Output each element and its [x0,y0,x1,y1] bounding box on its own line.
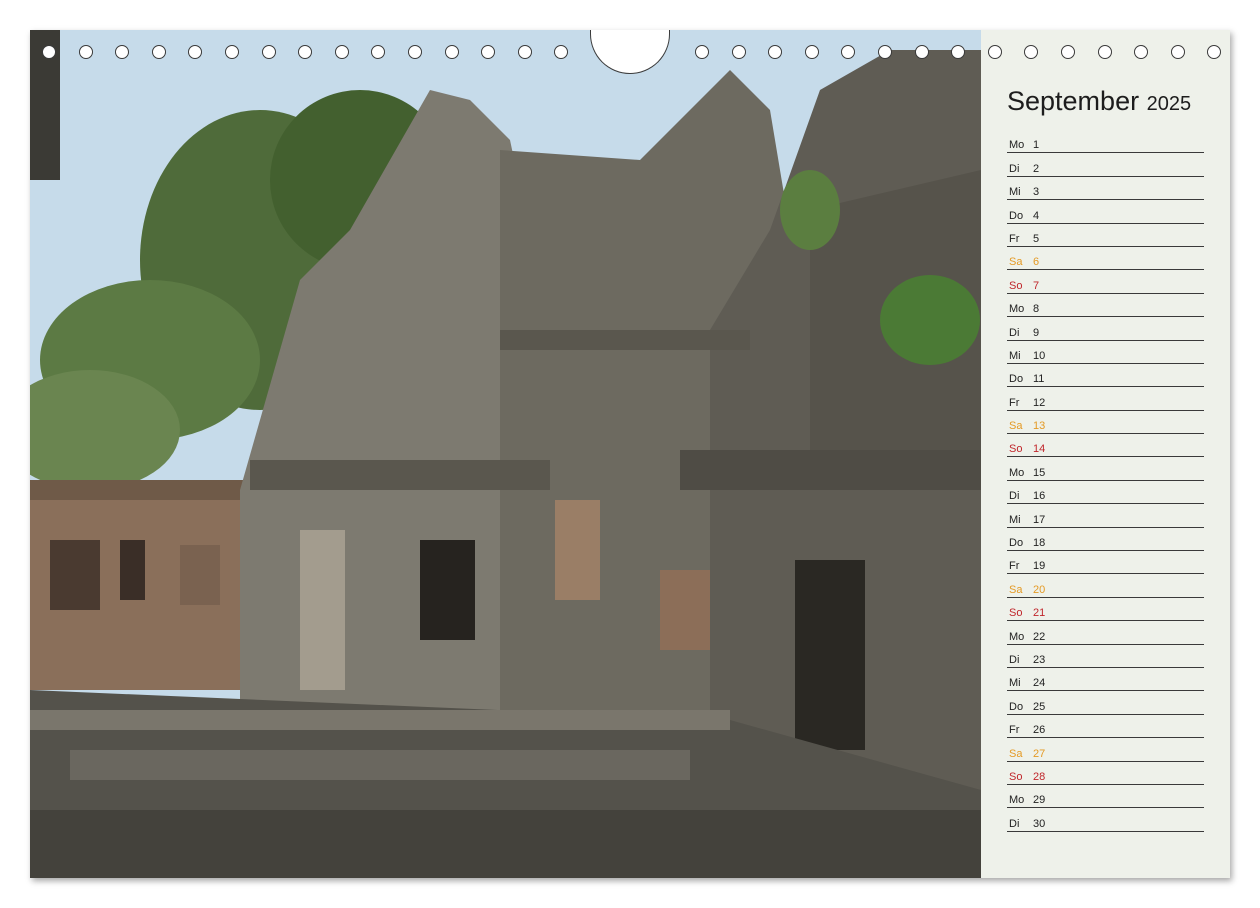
day-of-week: Sa [1009,256,1023,269]
day-row: So 7 [1007,270,1204,294]
calendar-page: September 2025 Mo 1 Di 2 Mi 3 Do 4 Fr 5 Sa 6 So 7 Mo 8 D… [30,30,1230,878]
day-number: 5 [1033,232,1040,245]
day-number: 23 [1033,653,1046,666]
day-of-week: Mi [1009,349,1021,362]
day-row: Sa 27 [1007,738,1204,762]
day-of-week: Sa [1009,420,1023,433]
day-row: Mo 15 [1007,457,1204,481]
year-label: 2025 [1146,93,1192,115]
month-title: September 2025 [1007,86,1191,117]
day-number: 24 [1033,677,1046,690]
day-of-week: Mo [1009,630,1025,643]
day-of-week: Di [1009,653,1020,666]
day-number: 13 [1033,420,1046,433]
day-of-week: Di [1009,490,1020,503]
day-number: 20 [1033,583,1046,596]
day-number: 16 [1033,490,1046,503]
day-of-week: Mo [1009,794,1025,807]
day-of-week: So [1009,443,1023,456]
day-row: Di 30 [1007,808,1204,832]
day-number: 2 [1033,162,1040,175]
day-row: Do 11 [1007,364,1204,388]
day-of-week: Mo [1009,139,1025,152]
day-row: Sa 13 [1007,411,1204,435]
day-number: 27 [1033,747,1046,760]
day-number: 29 [1033,794,1046,807]
day-row: Sa 6 [1007,247,1204,271]
day-of-week: Do [1009,537,1024,550]
day-row: Fr 19 [1007,551,1204,575]
day-of-week: Di [1009,817,1020,830]
day-row: Mi 17 [1007,504,1204,528]
day-row: Sa 20 [1007,574,1204,598]
day-row: So 14 [1007,434,1204,458]
day-row: Mi 24 [1007,668,1204,692]
calendar-panel: September 2025 Mo 1 Di 2 Mi 3 Do 4 Fr 5 Sa 6 So 7 Mo 8 D… [981,30,1230,878]
day-of-week: Mi [1009,513,1021,526]
day-row: Mi 3 [1007,177,1204,201]
day-number: 21 [1033,607,1046,620]
temple-ruins-photo-icon [30,30,981,878]
day-row: Fr 26 [1007,715,1204,739]
day-number: 6 [1033,256,1040,269]
day-of-week: Fr [1009,232,1020,245]
day-number: 12 [1033,396,1046,409]
day-row: Di 23 [1007,645,1204,668]
temple-photo [30,30,981,878]
day-of-week: Sa [1009,583,1023,596]
day-list: Mo 1 Di 2 Mi 3 Do 4 Fr 5 Sa 6 So 7 Mo 8 Di 9 Mi 10 Do 11 Fr 12 S… [1007,130,1204,832]
day-row: Mo 22 [1007,621,1204,645]
day-number: 3 [1033,186,1040,199]
day-row: Mo 1 [1007,130,1204,154]
day-number: 7 [1033,279,1040,292]
day-of-week: Sa [1009,747,1023,760]
day-number: 9 [1033,326,1040,339]
day-row: Do 18 [1007,528,1204,552]
day-row: So 28 [1007,762,1204,785]
day-number: 26 [1033,724,1046,737]
day-row: Do 4 [1007,200,1204,224]
day-row: Mi 10 [1007,341,1204,364]
day-of-week: Di [1009,162,1020,175]
day-number: 14 [1033,443,1046,456]
day-of-week: So [1009,607,1023,620]
day-row: Fr 5 [1007,224,1204,247]
day-number: 4 [1033,209,1040,222]
day-number: 25 [1033,700,1046,713]
day-of-week: Di [1009,326,1020,339]
day-row: Di 9 [1007,317,1204,341]
day-of-week: Fr [1009,396,1020,409]
day-number: 17 [1033,513,1046,526]
day-of-week: So [1009,770,1023,783]
day-of-week: Do [1009,700,1024,713]
day-of-week: Mo [1009,466,1025,479]
day-of-week: So [1009,279,1023,292]
day-number: 28 [1033,770,1046,783]
day-of-week: Fr [1009,724,1020,737]
day-of-week: Mo [1009,303,1025,316]
month-name: September [1007,86,1140,116]
day-number: 18 [1033,537,1046,550]
day-of-week: Do [1009,209,1024,222]
day-number: 11 [1033,373,1045,386]
day-row: Do 25 [1007,691,1204,715]
day-row: Mo 8 [1007,294,1204,318]
day-number: 22 [1033,630,1046,643]
day-of-week: Mi [1009,186,1021,199]
day-number: 10 [1033,349,1046,362]
day-number: 1 [1033,139,1040,152]
day-number: 19 [1033,560,1046,573]
day-of-week: Mi [1009,677,1021,690]
day-number: 15 [1033,466,1046,479]
day-row: Fr 12 [1007,387,1204,411]
day-row: Mo 29 [1007,785,1204,809]
day-row: Di 2 [1007,153,1204,177]
day-row: So 21 [1007,598,1204,622]
day-of-week: Do [1009,373,1024,386]
day-number: 30 [1033,817,1046,830]
day-number: 8 [1033,303,1040,316]
day-of-week: Fr [1009,560,1020,573]
day-row: Di 16 [1007,481,1204,505]
